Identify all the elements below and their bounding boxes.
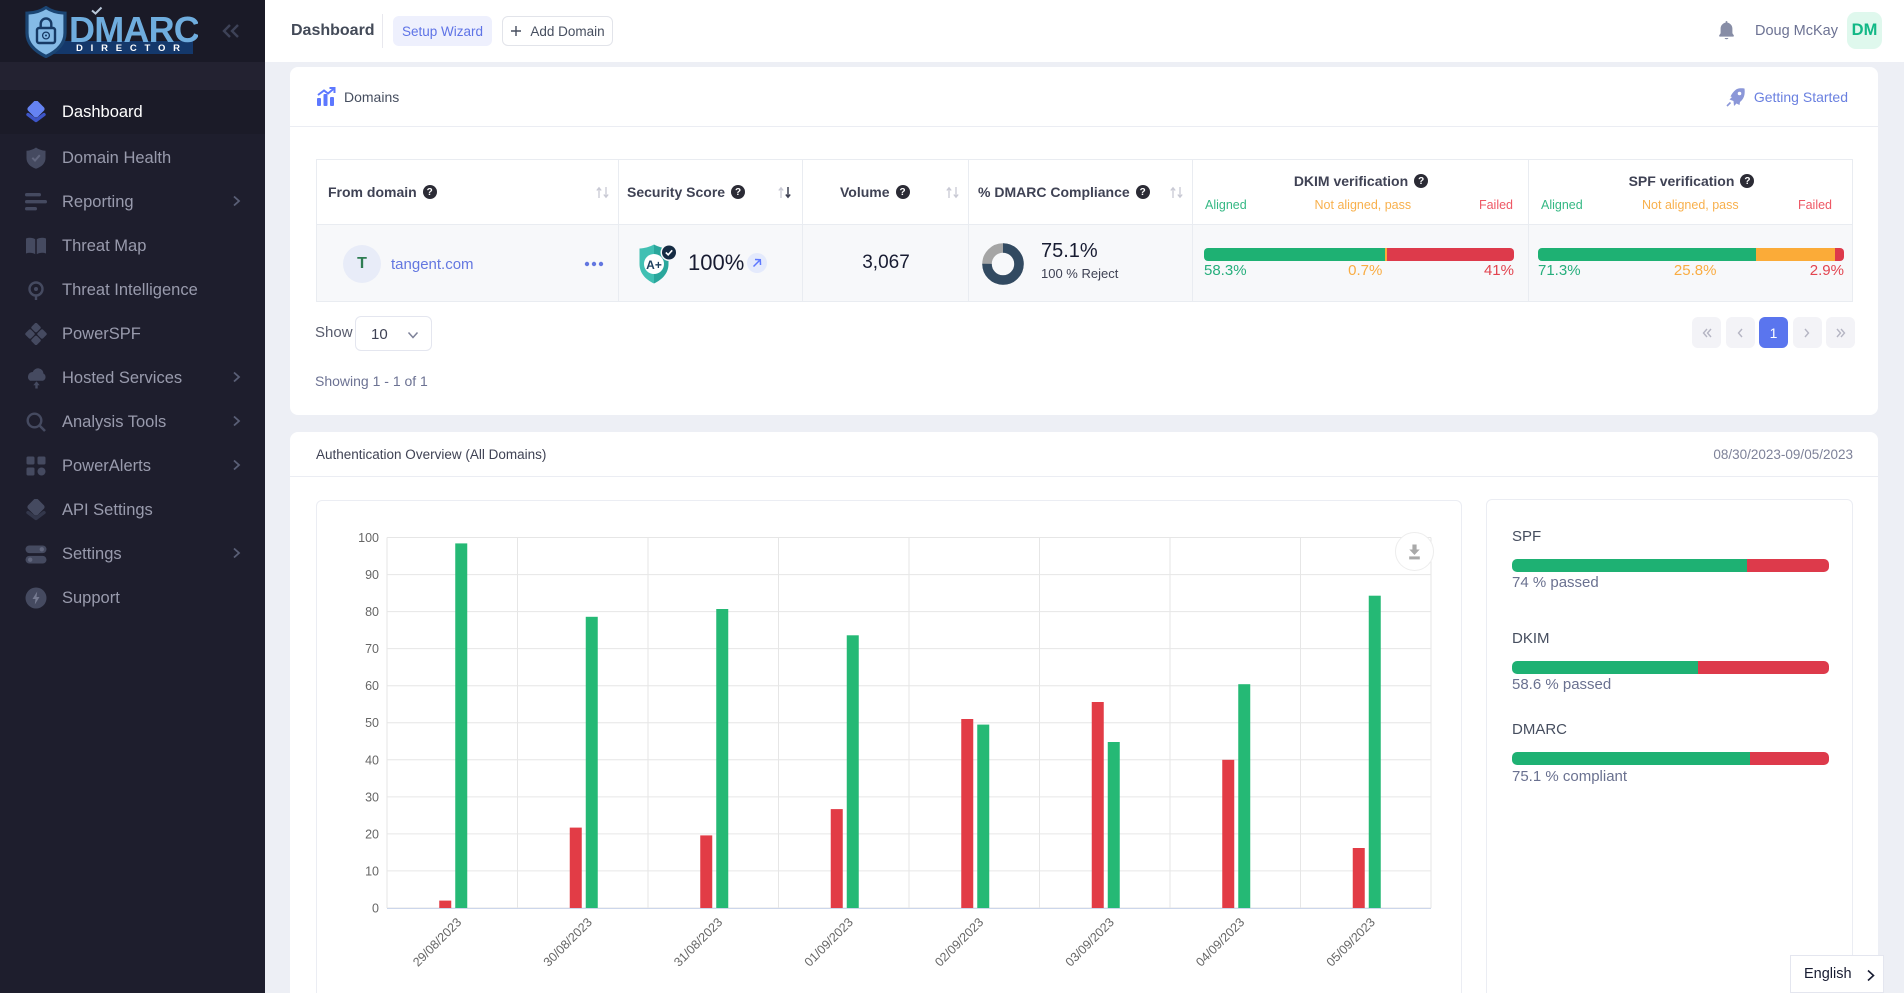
svg-text:40: 40 xyxy=(365,753,379,767)
svg-text:04/09/2023: 04/09/2023 xyxy=(1193,915,1247,969)
svg-text:01/09/2023: 01/09/2023 xyxy=(802,915,856,969)
svg-text:05/09/2023: 05/09/2023 xyxy=(1324,915,1378,969)
svg-text:03/09/2023: 03/09/2023 xyxy=(1063,915,1117,969)
svg-text:02/09/2023: 02/09/2023 xyxy=(932,915,986,969)
svg-text:70: 70 xyxy=(365,642,379,656)
svg-text:0: 0 xyxy=(372,902,379,916)
svg-text:31/08/2023: 31/08/2023 xyxy=(671,915,725,969)
svg-text:DMARC: DMARC xyxy=(69,9,198,50)
svg-text:A+: A+ xyxy=(646,258,662,272)
svg-text:30: 30 xyxy=(365,790,379,804)
svg-text:60: 60 xyxy=(365,679,379,693)
svg-text:80: 80 xyxy=(365,605,379,619)
svg-text:90: 90 xyxy=(365,568,379,582)
svg-text:20: 20 xyxy=(365,827,379,841)
svg-text:100: 100 xyxy=(358,531,379,545)
svg-text:10: 10 xyxy=(365,864,379,878)
svg-text:30/08/2023: 30/08/2023 xyxy=(541,915,595,969)
svg-text:50: 50 xyxy=(365,716,379,730)
svg-text:29/08/2023: 29/08/2023 xyxy=(410,915,464,969)
